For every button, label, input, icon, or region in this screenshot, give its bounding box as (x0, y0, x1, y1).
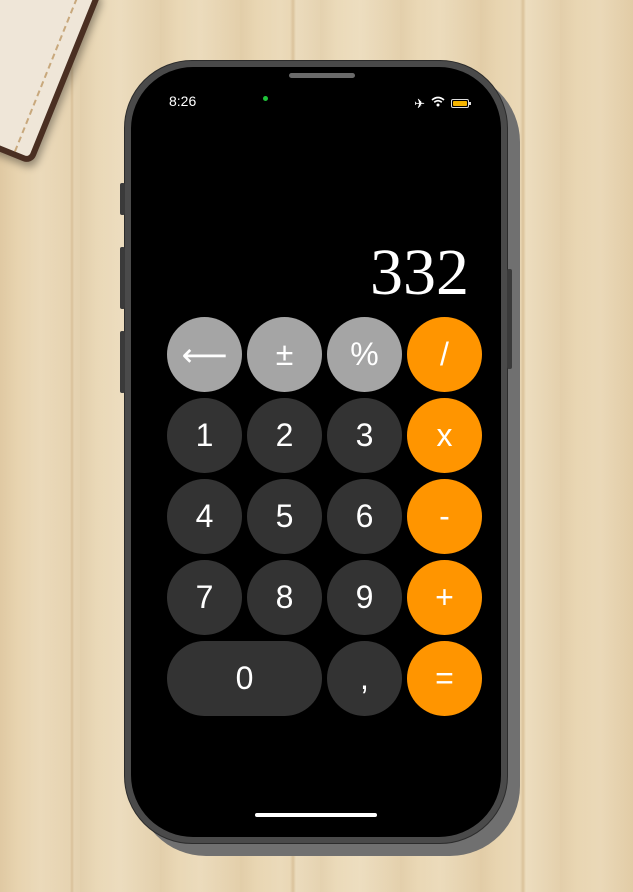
phone-frame: 8:26 ✈ 332 ⟵ ± % / 1 2 3 x 4 5 6 - 7 8 9… (120, 60, 512, 844)
power-button (507, 269, 512, 369)
action-button (120, 183, 125, 215)
home-indicator[interactable] (255, 813, 377, 817)
decimal-button[interactable]: , (327, 641, 402, 716)
digit-9-button[interactable]: 9 (327, 560, 402, 635)
status-time: 8:26 (169, 93, 197, 109)
speaker-grille (289, 73, 355, 78)
add-button[interactable]: + (407, 560, 482, 635)
digit-6-button[interactable]: 6 (327, 479, 402, 554)
equals-button[interactable]: = (407, 641, 482, 716)
phone-screen: 8:26 ✈ 332 ⟵ ± % / 1 2 3 x 4 5 6 - 7 8 9… (131, 67, 501, 837)
digit-0-button[interactable]: 0 (167, 641, 322, 716)
digit-5-button[interactable]: 5 (247, 479, 322, 554)
plus-minus-button[interactable]: ± (247, 317, 322, 392)
calculator-display: 332 (370, 236, 469, 309)
digit-8-button[interactable]: 8 (247, 560, 322, 635)
status-icons: ✈ (414, 94, 471, 112)
volume-down-button (120, 331, 125, 393)
notebook-decoration (0, 0, 103, 165)
digit-1-button[interactable]: 1 (167, 398, 242, 473)
subtract-button[interactable]: - (407, 479, 482, 554)
backspace-button[interactable]: ⟵ (167, 317, 242, 392)
digit-2-button[interactable]: 2 (247, 398, 322, 473)
keypad: ⟵ ± % / 1 2 3 x 4 5 6 - 7 8 9 + 0 , = (167, 317, 483, 716)
percent-button[interactable]: % (327, 317, 402, 392)
volume-up-button (120, 247, 125, 309)
digit-7-button[interactable]: 7 (167, 560, 242, 635)
divide-button[interactable]: / (407, 317, 482, 392)
camera-indicator (263, 96, 268, 101)
digit-3-button[interactable]: 3 (327, 398, 402, 473)
wifi-icon (431, 94, 445, 112)
airplane-icon: ✈ (414, 95, 425, 111)
digit-4-button[interactable]: 4 (167, 479, 242, 554)
battery-icon (451, 98, 471, 108)
multiply-button[interactable]: x (407, 398, 482, 473)
